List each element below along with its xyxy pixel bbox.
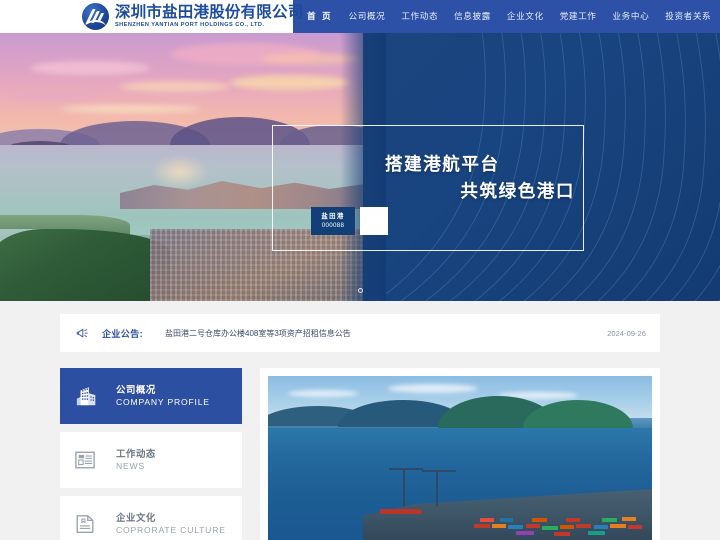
carousel-indicators[interactable]	[0, 288, 720, 293]
announcement-text[interactable]: 盐田港二号仓库办公楼408室等3项资产招租信息公告	[165, 328, 597, 339]
yantian-port-logo-icon[interactable]	[82, 3, 109, 30]
sidebar-card-company-profile[interactable]: 公司概况 COMPANY PROFILE	[60, 368, 242, 424]
ticker-code: 000088	[321, 221, 345, 229]
container-stack	[470, 494, 650, 538]
nav-item-culture[interactable]: 企业文化	[499, 0, 552, 33]
site-header: 深圳市盐田港股份有限公司 SHENZHEN YANTIAN PORT HOLDI…	[0, 0, 720, 33]
port-photo	[268, 376, 652, 540]
logo-plate[interactable]: 深圳市盐田港股份有限公司 SHENZHEN YANTIAN PORT HOLDI…	[0, 0, 303, 33]
company-name-en: SHENZHEN YANTIAN PORT HOLDINGS CO., LTD.	[115, 21, 265, 28]
sidebar-card-culture[interactable]: 企业文化 COPRORATE CULTURE	[60, 496, 242, 540]
page-body: 企业公告: 盐田港二号仓库办公楼408室等3项资产招租信息公告 2024-09-…	[0, 301, 720, 540]
sidebar-card-title-en: NEWS	[116, 460, 145, 471]
announcement-label: 企业公告:	[102, 328, 143, 339]
sidebar-card-text: 工作动态 NEWS	[116, 448, 156, 472]
sidebar-card-title-cn: 工作动态	[116, 447, 156, 459]
sidebar-card-text: 公司概况 COMPANY PROFILE	[116, 384, 210, 408]
content-container: 企业公告: 盐田港二号仓库办公楼408室等3项资产招租信息公告 2024-09-…	[60, 314, 660, 540]
stock-ticker-badge[interactable]: 盐田港 000088	[311, 207, 355, 235]
sidebar-card-title-cn: 公司概况	[116, 383, 156, 395]
main-navigation: 首 页 公司概况 工作动态 信息披露 企业文化 党建工作 业务中心 投资者关系	[293, 0, 720, 33]
sidebar-card-title-cn: 企业文化	[116, 511, 156, 523]
hero-headline-line2: 共筑绿色港口	[460, 181, 575, 202]
nav-item-party[interactable]: 党建工作	[552, 0, 605, 33]
nav-item-news[interactable]: 工作动态	[393, 0, 446, 33]
hero-carousel[interactable]: 搭建港航平台 共筑绿色港口 盐田港 000088	[0, 33, 720, 301]
nav-item-business[interactable]: 业务中心	[604, 0, 657, 33]
logo-text: 深圳市盐田港股份有限公司 SHENZHEN YANTIAN PORT HOLDI…	[115, 5, 303, 29]
nav-item-investor[interactable]: 投资者关系	[657, 0, 719, 33]
sidebar-card-list: 公司概况 COMPANY PROFILE 工作动态 NEWS 企业文化 COPR…	[60, 368, 242, 540]
ticker-white-block	[360, 207, 388, 235]
announcement-date: 2024-09-26	[607, 328, 646, 338]
nav-item-profile[interactable]: 公司概况	[341, 0, 394, 33]
sidebar-card-text: 企业文化 COPRORATE CULTURE	[116, 512, 226, 536]
hero-headline: 搭建港航平台 共筑绿色港口	[385, 151, 575, 205]
main-content-panel	[260, 368, 660, 540]
carousel-dot-1[interactable]	[357, 288, 363, 293]
sidebar-card-title-en: COMPANY PROFILE	[116, 396, 210, 407]
document-icon	[74, 513, 108, 535]
sidebar-card-title-en: COPRORATE CULTURE	[116, 524, 226, 535]
newspaper-icon	[74, 450, 108, 470]
hero-headline-line1: 搭建港航平台	[385, 154, 500, 174]
building-icon	[74, 384, 108, 408]
nav-item-home[interactable]: 首 页	[299, 0, 341, 33]
company-name-cn: 深圳市盐田港股份有限公司	[115, 3, 304, 21]
announcement-bar: 企业公告: 盐田港二号仓库办公楼408室等3项资产招租信息公告 2024-09-…	[60, 314, 660, 352]
megaphone-icon	[74, 327, 92, 340]
content-row: 公司概况 COMPANY PROFILE 工作动态 NEWS 企业文化 COPR…	[60, 368, 660, 540]
ticker-name: 盐田港	[321, 213, 345, 221]
nav-item-disclosure[interactable]: 信息披露	[446, 0, 499, 33]
sidebar-card-news[interactable]: 工作动态 NEWS	[60, 432, 242, 488]
